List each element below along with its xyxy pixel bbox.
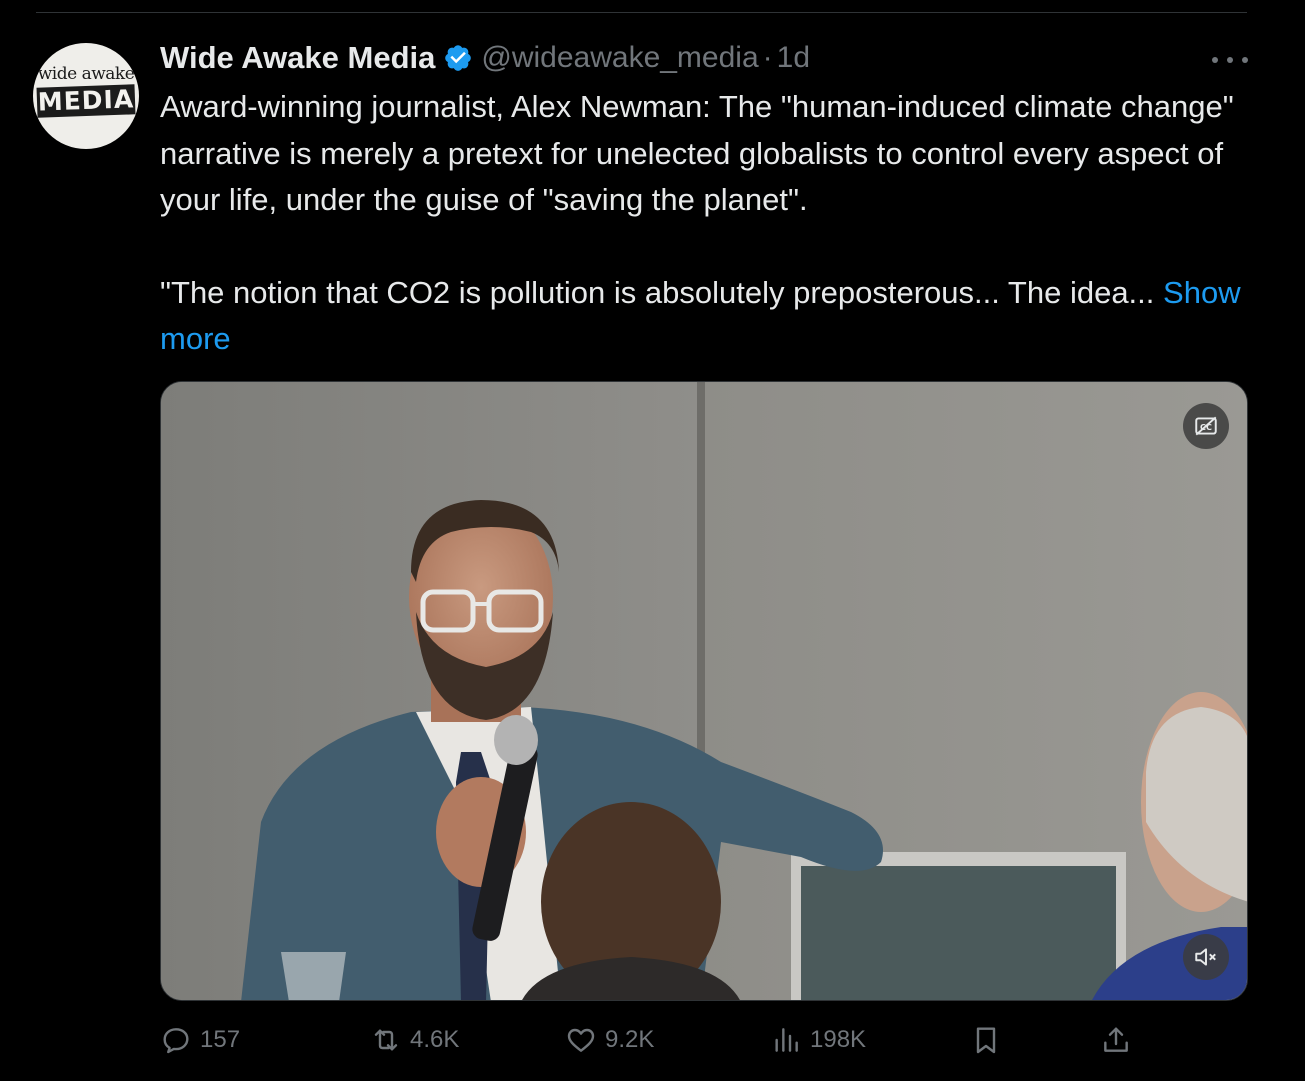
share-button[interactable] [1100,1020,1140,1060]
tweet-paragraph-2-wrapper: "The notion that CO2 is pollution is abs… [160,270,1250,363]
reply-button[interactable]: 157 [160,1020,240,1060]
share-icon [1104,1027,1128,1052]
more-dot-icon [1212,57,1218,63]
more-dot-icon [1242,57,1248,63]
verified-badge-icon[interactable] [443,43,473,73]
separator-dot: · [762,41,773,74]
bookmark-button[interactable] [970,1020,1010,1060]
tweet-text: Award-winning journalist, Alex Newman: T… [160,84,1250,363]
chair-seat-back [801,866,1116,1000]
tweet-paragraph-2: "The notion that CO2 is pollution is abs… [160,274,1155,310]
tweet-paragraph-1: Award-winning journalist, Alex Newman: T… [160,89,1234,217]
video-player[interactable]: CC [160,381,1248,1001]
more-options-button[interactable] [1212,48,1248,72]
reply-count: 157 [200,1026,241,1053]
top-divider [36,12,1247,13]
bookmark-icon [976,1027,996,1054]
closed-captions-button[interactable]: CC [1183,403,1229,449]
repost-count: 4.6K [410,1026,460,1053]
repost-button[interactable]: 4.6K [370,1020,459,1060]
like-count: 9.2K [605,1026,655,1053]
like-button[interactable]: 9.2K [565,1020,654,1060]
tweet-header: Wide Awake Media @wideawake_media · 1d [160,38,810,78]
water-glass [281,952,346,1000]
views-button[interactable]: 198K [770,1020,866,1060]
reply-icon [163,1028,189,1054]
repost-icon [374,1029,398,1051]
heart-icon [567,1028,595,1052]
speaker-muted-icon [1195,948,1216,966]
tweet-time[interactable]: 1d [777,41,810,75]
author-handle[interactable]: @wideawake_media [481,41,758,75]
views-icon [775,1028,798,1052]
more-dot-icon [1227,57,1233,63]
video-frame [161,382,1247,1000]
microphone-head [494,715,538,765]
mute-button[interactable] [1183,934,1229,980]
closed-captions-off-icon: CC [1195,416,1217,436]
avatar-logo-bottom: MEDIA [36,84,136,118]
views-count: 198K [810,1026,867,1053]
author-name[interactable]: Wide Awake Media [160,40,435,76]
avatar-logo-top: wide awake [37,64,135,84]
avatar[interactable]: wide awake MEDIA [33,43,139,149]
